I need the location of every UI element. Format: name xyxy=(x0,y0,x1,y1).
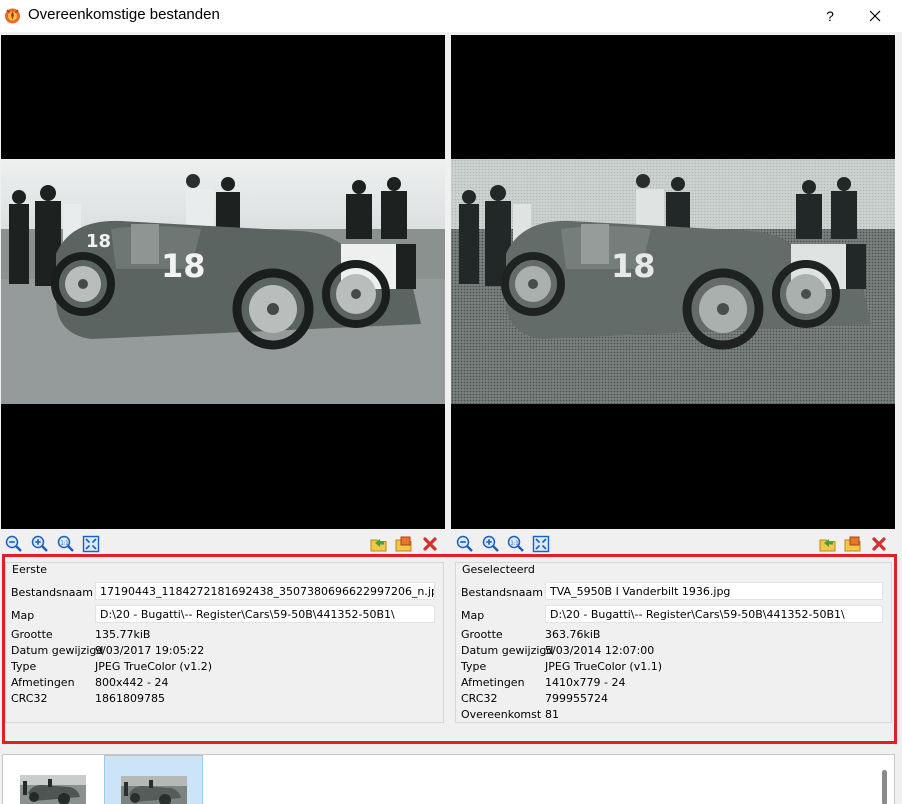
filename-label: Bestandsnaam xyxy=(461,586,543,599)
move-to-folder-icon[interactable] xyxy=(395,535,413,553)
crc-value: 799955724 xyxy=(545,692,608,705)
fit-to-window-icon[interactable] xyxy=(82,535,100,553)
similarity-label: Overeenkomst xyxy=(461,708,542,721)
svg-text:18: 18 xyxy=(86,231,111,252)
modified-value: 5/03/2014 12:07:00 xyxy=(545,644,655,657)
delete-icon[interactable] xyxy=(870,535,888,553)
first-file-info-group: Eerste Bestandsnaam 17190443_11842721816… xyxy=(5,562,444,723)
filename-field[interactable]: TVA_5950B I Vanderbilt 1936.jpg xyxy=(545,582,883,600)
thumbnail-item-selected[interactable] xyxy=(104,755,203,804)
zoom-100-icon[interactable]: 1:1 xyxy=(507,535,525,553)
group-title: Geselecteerd xyxy=(461,563,536,576)
folder-field[interactable]: D:\20 - Bugatti\-- Register\Cars\59-50B\… xyxy=(95,605,435,623)
zoom-out-icon[interactable] xyxy=(456,535,474,553)
crc-value: 1861809785 xyxy=(95,692,165,705)
zoom-out-icon[interactable] xyxy=(5,535,23,553)
group-title: Eerste xyxy=(11,563,49,576)
thumbnail-strip xyxy=(2,754,895,804)
type-label: Type xyxy=(461,660,487,673)
fit-to-window-icon[interactable] xyxy=(532,535,550,553)
modified-value: 9/03/2017 19:05:22 xyxy=(95,644,205,657)
filename-label: Bestandsnaam xyxy=(11,586,93,599)
svg-text:1:1: 1:1 xyxy=(61,541,69,547)
thumbnail-image xyxy=(121,776,187,804)
size-label: Grootte xyxy=(11,628,53,641)
crc-label: CRC32 xyxy=(461,692,498,705)
type-value: JPEG TrueColor (v1.2) xyxy=(95,660,213,673)
help-button[interactable]: ? xyxy=(808,0,852,32)
delete-icon[interactable] xyxy=(421,535,439,553)
modified-label: Datum gewijzigd xyxy=(461,644,554,657)
move-to-folder-icon[interactable] xyxy=(844,535,862,553)
title-bar: Overeenkomstige bestanden ? xyxy=(0,0,902,32)
size-value: 363.76kiB xyxy=(545,628,601,641)
thumbnail-item[interactable] xyxy=(11,755,95,804)
dimensions-value: 1410x779 - 24 xyxy=(545,676,626,689)
first-image-preview[interactable]: 18 18 xyxy=(1,35,445,529)
size-value: 135.77kiB xyxy=(95,628,151,641)
flame-logo-icon xyxy=(5,8,20,24)
zoom-in-icon[interactable] xyxy=(31,535,49,553)
folder-field[interactable]: D:\20 - Bugatti\-- Register\Cars\59-50B\… xyxy=(545,605,883,623)
dimensions-label: Afmetingen xyxy=(461,676,525,689)
zoom-in-icon[interactable] xyxy=(482,535,500,553)
selected-image-preview[interactable]: 18 xyxy=(451,35,895,529)
size-label: Grootte xyxy=(461,628,503,641)
copy-to-folder-icon[interactable] xyxy=(370,535,388,553)
crc-label: CRC32 xyxy=(11,692,48,705)
dimensions-label: Afmetingen xyxy=(11,676,75,689)
race-car-photo: 18 xyxy=(451,159,895,404)
folder-label: Map xyxy=(461,609,485,622)
race-car-photo: 18 18 xyxy=(1,159,445,404)
svg-text:18: 18 xyxy=(161,247,206,285)
close-button[interactable] xyxy=(853,0,897,32)
dimensions-value: 800x442 - 24 xyxy=(95,676,169,689)
svg-text:18: 18 xyxy=(611,247,656,285)
type-label: Type xyxy=(11,660,37,673)
window-title: Overeenkomstige bestanden xyxy=(28,6,220,23)
filename-field[interactable]: 17190443_1184272181692438_35073806966229… xyxy=(95,582,435,600)
type-value: JPEG TrueColor (v1.1) xyxy=(545,660,663,673)
selected-file-info-group: Geselecteerd Bestandsnaam TVA_5950B I Va… xyxy=(455,562,892,723)
modified-label: Datum gewijzigd xyxy=(11,644,104,657)
svg-text:1:1: 1:1 xyxy=(511,541,519,547)
similarity-value: 81 xyxy=(545,708,559,721)
thumbnail-scrollbar[interactable] xyxy=(882,770,887,804)
close-icon xyxy=(869,10,881,22)
thumbnail-image xyxy=(20,775,86,804)
zoom-100-icon[interactable]: 1:1 xyxy=(57,535,75,553)
duplicate-files-dialog: Overeenkomstige bestanden ? 18 18 18 1:1… xyxy=(0,0,902,804)
folder-label: Map xyxy=(11,609,35,622)
copy-to-folder-icon[interactable] xyxy=(819,535,837,553)
